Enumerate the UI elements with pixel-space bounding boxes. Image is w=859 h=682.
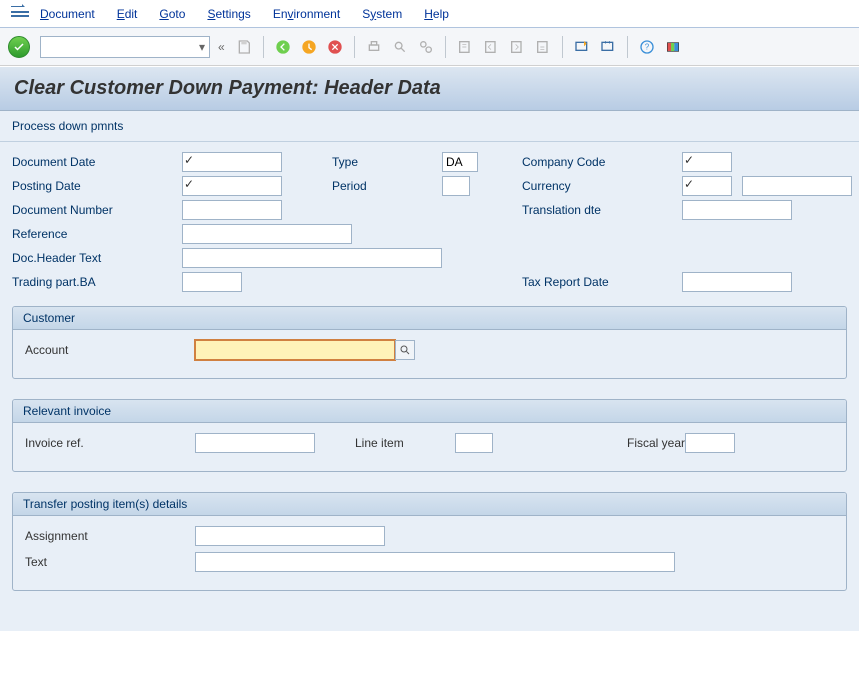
svg-text:?: ? [644,42,649,51]
doc-number-input[interactable] [182,200,282,220]
translation-date-label: Translation dte [522,203,682,217]
toolbar: ▾ « ? [0,28,859,66]
cancel-button[interactable] [324,36,346,58]
prev-page-button[interactable] [480,36,502,58]
print-button[interactable] [363,36,385,58]
reference-label: Reference [12,227,182,241]
command-field[interactable]: ▾ [40,36,210,58]
menu-document[interactable]: Document [40,7,95,21]
customer-group: Customer Account [12,306,847,379]
currency-label: Currency [522,179,682,193]
menu-goto[interactable]: Goto [159,7,185,21]
menubar: Document Edit Goto Settings Environment … [0,0,859,28]
next-page-button[interactable] [506,36,528,58]
posting-date-label: Posting Date [12,179,182,193]
account-search-help-button[interactable] [395,340,415,360]
text-label: Text [25,555,195,569]
account-label: Account [25,343,195,357]
document-date-label: Document Date [12,155,182,169]
form-area: Document Date Type Company Code Posting … [0,142,859,631]
relevant-invoice-title: Relevant invoice [13,400,846,423]
first-page-button[interactable] [454,36,476,58]
menu-help[interactable]: Help [424,7,449,21]
transfer-posting-group: Transfer posting item(s) details Assignm… [12,492,847,591]
relevant-invoice-group: Relevant invoice Invoice ref. Line item … [12,399,847,472]
enter-button[interactable] [8,36,30,58]
tax-report-date-input[interactable] [682,272,792,292]
posting-date-input[interactable] [182,176,282,196]
text-input[interactable] [195,552,675,572]
new-session-button[interactable] [571,36,593,58]
company-code-input[interactable] [682,152,732,172]
history-left-icon[interactable]: « [214,40,229,54]
last-page-button[interactable] [532,36,554,58]
menu-settings[interactable]: Settings [207,7,250,21]
app-toolbar: Process down pmnts [0,111,859,142]
reference-input[interactable] [182,224,352,244]
transfer-posting-title: Transfer posting item(s) details [13,493,846,516]
currency-input[interactable] [682,176,732,196]
process-down-payments-button[interactable]: Process down pmnts [12,119,123,133]
layout-button[interactable] [662,36,684,58]
doc-header-text-input[interactable] [182,248,442,268]
document-date-input[interactable] [182,152,282,172]
type-input[interactable] [442,152,478,172]
find-button[interactable] [389,36,411,58]
shortcut-button[interactable] [597,36,619,58]
invoice-ref-label: Invoice ref. [25,436,195,450]
trading-part-ba-label: Trading part.BA [12,275,182,289]
save-button[interactable] [233,36,255,58]
find-next-button[interactable] [415,36,437,58]
account-input[interactable] [195,340,395,360]
back-button[interactable] [272,36,294,58]
tax-report-date-label: Tax Report Date [522,275,682,289]
trading-part-ba-input[interactable] [182,272,242,292]
help-button[interactable]: ? [636,36,658,58]
doc-header-text-label: Doc.Header Text [12,251,182,265]
period-label: Period [332,179,442,193]
line-item-input[interactable] [455,433,493,453]
assignment-label: Assignment [25,529,195,543]
period-input[interactable] [442,176,470,196]
company-code-label: Company Code [522,155,682,169]
exchange-rate-input[interactable] [742,176,852,196]
fiscal-year-input[interactable] [685,433,735,453]
menu-environment[interactable]: Environment [273,7,340,21]
assignment-input[interactable] [195,526,385,546]
menu-system[interactable]: System [362,7,402,21]
menu-command-icon[interactable] [8,4,32,24]
exit-button[interactable] [298,36,320,58]
invoice-ref-input[interactable] [195,433,315,453]
menu-edit[interactable]: Edit [117,7,138,21]
page-title: Clear Customer Down Payment: Header Data [14,77,845,100]
fiscal-year-label: Fiscal year [595,436,685,450]
customer-group-title: Customer [13,307,846,330]
dropdown-icon: ▾ [199,40,205,54]
header-grid: Document Date Type Company Code Posting … [12,152,847,292]
line-item-label: Line item [355,436,455,450]
translation-date-input[interactable] [682,200,792,220]
title-bar: Clear Customer Down Payment: Header Data [0,66,859,111]
type-label: Type [332,155,442,169]
doc-number-label: Document Number [12,203,182,217]
